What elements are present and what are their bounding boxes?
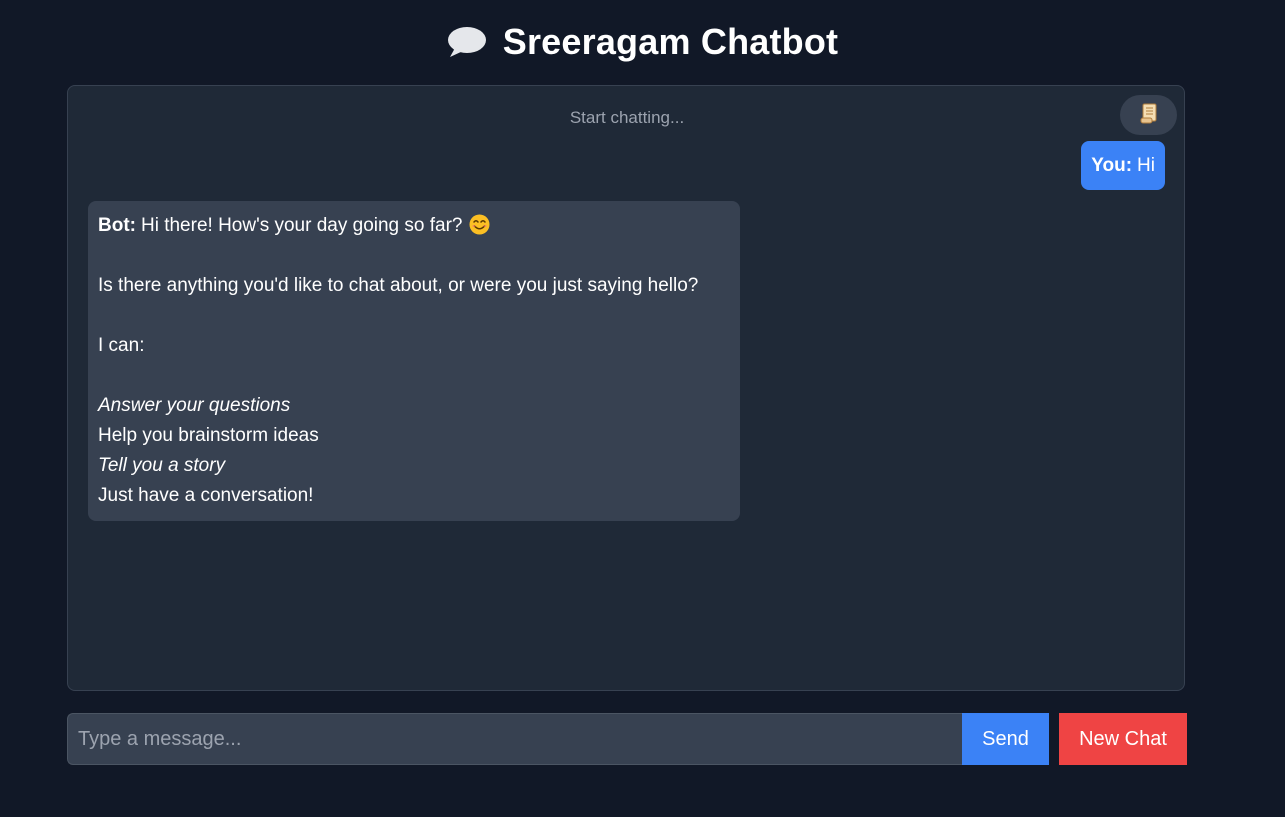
bot-message-line: [98, 241, 730, 271]
bot-list-item: Help you brainstorm ideas: [98, 425, 319, 446]
bot-list-item: Just have a conversation!: [98, 485, 314, 506]
bot-message: Bot: Hi there! How's your day going so fa…: [88, 201, 740, 521]
page-title: Sreeragam Chatbot: [502, 21, 839, 62]
smiling-face-icon: [469, 214, 490, 245]
bot-message-line: Bot: Hi there! How's your day going so fa…: [98, 211, 730, 241]
bot-sender-label: Bot:: [98, 215, 136, 236]
page-header: Sreeragam Chatbot: [0, 18, 1285, 66]
message-input-bar: Send New Chat: [67, 713, 1187, 765]
user-message: You: Hi: [1081, 141, 1165, 190]
chat-placeholder-text: Start chatting...: [569, 108, 685, 127]
user-message-text: Hi: [1137, 154, 1155, 176]
bot-message-line: Is there anything you'd like to chat abo…: [98, 275, 699, 296]
history-button[interactable]: [1120, 95, 1177, 135]
scroll-icon: [1139, 102, 1159, 129]
bot-greeting-text: Hi there! How's your day going so far?: [140, 215, 463, 236]
bot-message-line: I can:: [98, 335, 145, 356]
bot-message-line: [98, 301, 730, 331]
bot-message-line: [98, 361, 730, 391]
speech-bubble-icon: [447, 25, 487, 59]
send-button[interactable]: Send: [962, 713, 1049, 765]
bot-list-item: Answer your questions: [98, 395, 291, 416]
bot-list-item: Tell you a story: [98, 455, 226, 476]
chat-window[interactable]: Start chatting... You: Hi Bot: Hi there! …: [67, 85, 1185, 691]
new-chat-button[interactable]: New Chat: [1059, 713, 1187, 765]
message-input[interactable]: [67, 713, 962, 765]
user-sender-label: You:: [1091, 154, 1133, 176]
